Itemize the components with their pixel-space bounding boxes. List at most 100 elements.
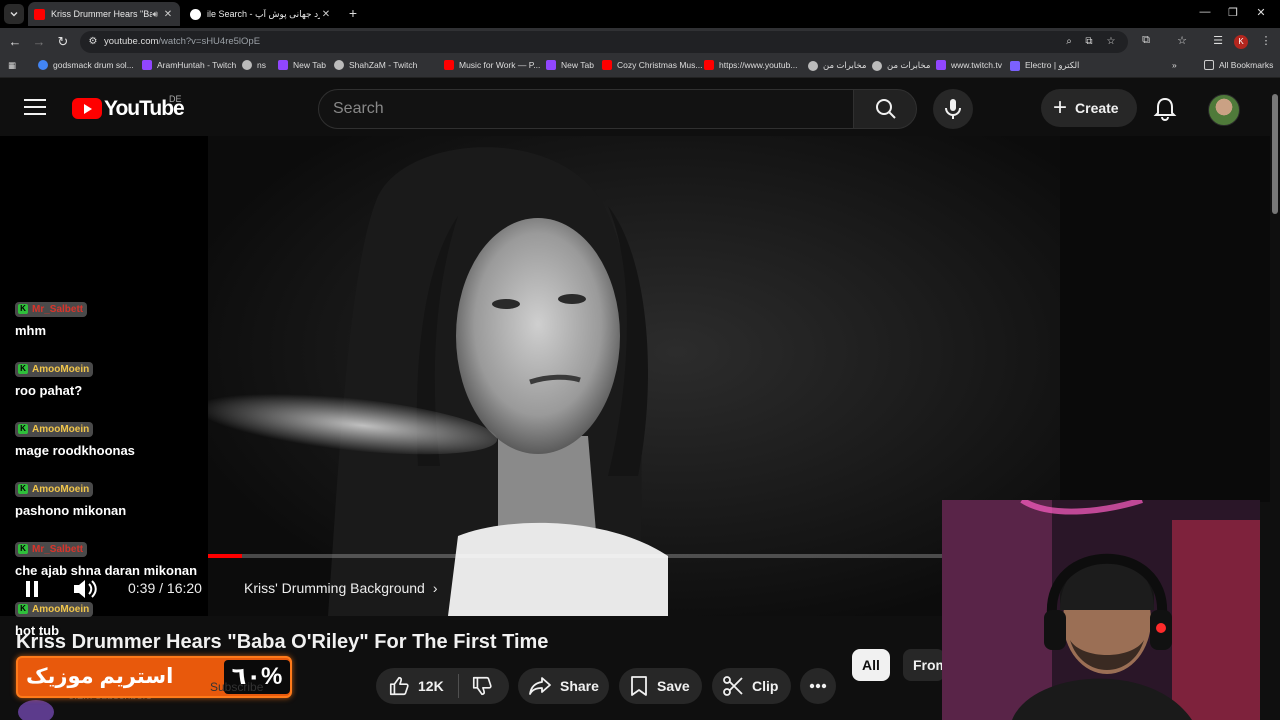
chat-message-text: roo pahat? bbox=[15, 382, 83, 398]
chat-message-text: mhm bbox=[15, 322, 47, 338]
player-letterbox-right bbox=[1060, 136, 1280, 502]
scissors-icon bbox=[723, 676, 743, 696]
like-divider bbox=[457, 674, 459, 698]
thumbs-up-icon[interactable] bbox=[388, 675, 410, 697]
clip-button[interactable]: Clip bbox=[712, 668, 791, 704]
bookmark-item[interactable]: https://www.youtub... bbox=[704, 60, 797, 70]
search-input[interactable] bbox=[333, 100, 833, 118]
url-path: /watch?v=sHU4re5lOpE bbox=[158, 36, 261, 47]
create-button[interactable]: + Create bbox=[1041, 89, 1137, 127]
chat-message: K Mr_Salbett che ajab shna daran mikonan bbox=[15, 538, 197, 578]
bookmarks-star-icon[interactable]: ☆ bbox=[1174, 34, 1190, 47]
streamer-webcam bbox=[942, 500, 1260, 720]
url-host: youtube.com bbox=[104, 36, 159, 47]
time-display: 0:39 / 16:20 bbox=[128, 580, 202, 596]
media-control-icon[interactable]: ☰ bbox=[1210, 34, 1226, 47]
bookmark-item[interactable]: Cozy Christmas Mus... bbox=[602, 60, 703, 70]
tab-search-button[interactable] bbox=[4, 4, 24, 24]
forward-arrow-icon[interactable]: → bbox=[30, 33, 48, 51]
site-info-icon[interactable]: ⚙ bbox=[86, 36, 100, 47]
extensions-icon[interactable]: ⧉ bbox=[1138, 34, 1154, 47]
chat-message: K AmooMoein roo pahat? bbox=[15, 358, 94, 398]
chat-message: K Mr_Salbett mhm bbox=[15, 298, 88, 338]
search-icon bbox=[876, 99, 896, 119]
speaker-icon[interactable]: 🔊︎ bbox=[152, 9, 158, 20]
bookmark-item[interactable]: New Tab bbox=[546, 60, 594, 70]
clip-label: Clip bbox=[752, 678, 779, 694]
notifications-bell-icon[interactable] bbox=[1152, 96, 1178, 122]
bookmark-item[interactable]: Music for Work — P... bbox=[444, 60, 540, 70]
pause-icon[interactable] bbox=[24, 580, 40, 598]
bookmark-item[interactable]: Electro | الکترو bbox=[1010, 60, 1079, 71]
more-bookmarks-icon[interactable]: » bbox=[1172, 60, 1177, 70]
url-text[interactable]: youtube.com/watch?v=sHU4re5lOpE bbox=[104, 36, 260, 47]
chat-user-badge: K AmooMoein bbox=[15, 601, 94, 617]
browser-tabstrip: Kriss Drummer Hears "Baba 🔊︎ ✕ ile Searc… bbox=[0, 0, 1280, 28]
bookmark-icon bbox=[631, 676, 647, 696]
restore-icon[interactable]: ❐ bbox=[1226, 6, 1240, 19]
video-player[interactable]: Kriss' Drumming Background › bbox=[208, 136, 1060, 616]
chat-user-badge: K AmooMoein bbox=[15, 421, 94, 437]
install-app-icon[interactable]: ⧉ bbox=[1082, 36, 1096, 47]
reload-icon[interactable]: ↻ bbox=[54, 33, 72, 51]
tab-youtube[interactable]: Kriss Drummer Hears "Baba 🔊︎ ✕ bbox=[28, 2, 180, 26]
menu-dots-icon[interactable]: ⋮ bbox=[1258, 34, 1274, 47]
profile-avatar[interactable]: K bbox=[1234, 35, 1248, 49]
bookmark-item[interactable]: www.twitch.tv bbox=[936, 60, 1002, 70]
address-bar[interactable]: ⚙ youtube.com/watch?v=sHU4re5lOpE ⌕ ⧉ ☆ bbox=[80, 31, 1128, 53]
youtube-logo-icon[interactable] bbox=[72, 98, 102, 119]
like-count[interactable]: 12K bbox=[418, 678, 444, 694]
country-code: DE bbox=[169, 94, 182, 104]
close-tab-icon[interactable]: ✕ bbox=[162, 9, 174, 20]
bookmark-star-icon[interactable]: ☆ bbox=[1104, 36, 1118, 47]
minimize-icon[interactable]: — bbox=[1198, 6, 1212, 18]
bookmark-item[interactable]: godsmack drum sol... bbox=[38, 60, 134, 70]
zoom-icon[interactable]: ⌕ bbox=[1062, 36, 1076, 47]
chapter-title-button[interactable]: Kriss' Drumming Background › bbox=[244, 580, 438, 596]
chevron-right-icon: › bbox=[432, 580, 438, 596]
chat-user-badge: K Mr_Salbett bbox=[15, 301, 88, 317]
filter-chip-from[interactable]: From bbox=[903, 649, 945, 681]
save-button[interactable]: Save bbox=[619, 668, 702, 704]
search-box[interactable] bbox=[318, 89, 854, 129]
more-actions-button[interactable] bbox=[800, 668, 836, 704]
webcam-feed bbox=[942, 500, 1260, 720]
microphone-icon bbox=[945, 99, 961, 119]
guide-menu-icon[interactable] bbox=[24, 99, 46, 117]
like-dislike-group: 12K bbox=[376, 668, 509, 704]
scrollbar-thumb[interactable] bbox=[1272, 94, 1278, 214]
stream-overlay-text: استریم موزیک bbox=[26, 665, 174, 688]
page-scrollbar[interactable] bbox=[1270, 80, 1280, 720]
tab-google-search[interactable]: ile Search - رکورد جهانی پوش آپ ✕ bbox=[184, 2, 338, 26]
chat-user-badge: K AmooMoein bbox=[15, 361, 94, 377]
share-button[interactable]: Share bbox=[518, 668, 609, 704]
chat-message-text: mage roodkhoonas bbox=[15, 442, 135, 458]
new-tab-button[interactable]: + bbox=[344, 4, 362, 22]
all-bookmarks-folder[interactable]: All Bookmarks bbox=[1204, 60, 1273, 70]
subscribe-button[interactable]: Subscribe bbox=[210, 680, 266, 694]
kick-icon: K bbox=[18, 604, 28, 614]
bookmark-item[interactable]: ns bbox=[242, 60, 266, 70]
back-arrow-icon[interactable]: ← bbox=[6, 33, 24, 51]
chapter-title: Kriss' Drumming Background bbox=[244, 580, 425, 596]
video-title: Kriss Drummer Hears "Baba O'Riley" For T… bbox=[16, 631, 549, 653]
volume-icon[interactable] bbox=[72, 578, 98, 600]
progress-bar[interactable] bbox=[208, 554, 1060, 558]
bookmark-item[interactable]: مخابرات من bbox=[808, 60, 866, 71]
bookmark-item[interactable]: ShahZaM - Twitch bbox=[334, 60, 417, 70]
thumbs-down-icon[interactable] bbox=[471, 675, 493, 697]
share-label: Share bbox=[560, 678, 599, 694]
share-arrow-icon bbox=[529, 677, 551, 695]
bookmark-item[interactable]: New Tab bbox=[278, 60, 326, 70]
chat-message: K AmooMoein pashono mikonan bbox=[15, 478, 126, 518]
voice-search-button[interactable] bbox=[933, 89, 973, 129]
apps-grid-icon[interactable]: ▦ bbox=[8, 60, 16, 71]
account-avatar[interactable] bbox=[1208, 94, 1240, 126]
bookmark-item[interactable]: مخابرات من bbox=[872, 60, 930, 71]
channel-avatar[interactable] bbox=[18, 700, 54, 720]
close-window-icon[interactable]: ✕ bbox=[1254, 6, 1268, 19]
search-button[interactable] bbox=[853, 89, 917, 129]
close-tab-icon[interactable]: ✕ bbox=[320, 9, 332, 20]
filter-chip-all[interactable]: All bbox=[852, 649, 890, 681]
bookmark-item[interactable]: AramHuntah - Twitch bbox=[142, 60, 236, 70]
